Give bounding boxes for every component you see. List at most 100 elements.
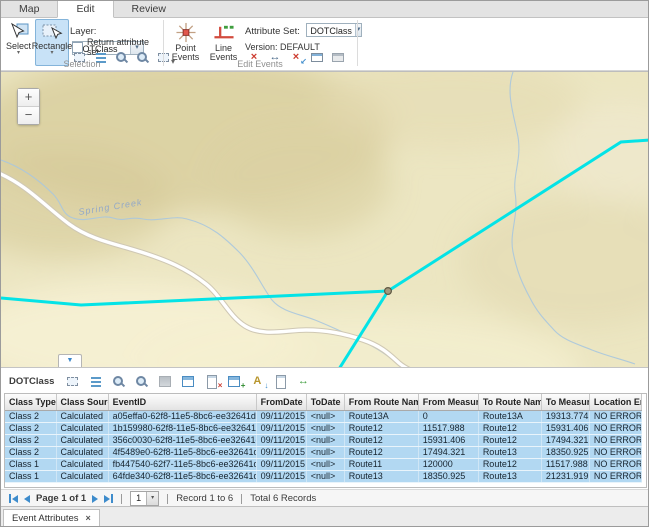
table-row[interactable]: Class 2Calculated4f5489e0-62f8-11e5-8bc6… [5,447,642,459]
page-number-select[interactable]: 1 ▾ [130,491,159,506]
table-cell: Route12 [478,423,541,435]
bottom-tab-bar: Event Attributes × [1,506,648,527]
column-header[interactable]: From Route Name [344,394,418,411]
ribbon-tab-strip: Map Edit Review [1,1,648,18]
zoom-in-button[interactable]: + [18,89,39,106]
chevron-down-icon[interactable]: ▾ [146,492,158,505]
form-view-icon[interactable] [273,375,287,388]
table-cell: Route12 [344,435,418,447]
edit-events-group-label: Edit Events [165,59,355,69]
chevron-down-icon[interactable]: ▾ [355,24,361,36]
column-header[interactable]: Location Error [589,394,641,411]
column-header[interactable]: Class Source [56,394,108,411]
select-records-icon[interactable] [66,375,80,388]
table-cell: NO ERROR [589,435,641,447]
next-page-button[interactable] [92,495,98,503]
table-cell: Class 2 [5,447,56,459]
table-cell: NO ERROR [589,447,641,459]
column-header[interactable]: To Measure [541,394,589,411]
sort-records-icon[interactable] [250,375,264,388]
add-record-icon[interactable] [227,375,241,388]
table-cell: 18350.925 [541,447,589,459]
event-attributes-panel: DOTClass Class TypeClass SourceEventIDFr… [1,367,649,507]
event-attributes-tab-label: Event Attributes [12,513,79,524]
table-cell: Calculated [56,411,108,423]
table-header-row: Class TypeClass SourceEventIDFromDateToD… [5,394,642,411]
separator [121,494,122,504]
edit-events-group: Point Events Line Events Attribute Set: … [165,18,355,70]
map-canvas[interactable]: Spring Creek + − ▼ [1,71,649,368]
ribbon: Select ▾ Rectangle ▾ Layer: DOTClass ▾ [1,18,648,71]
close-icon[interactable]: × [86,513,91,523]
table-cell: Calculated [56,459,108,471]
table-cell: Calculated [56,423,108,435]
column-header[interactable]: ToDate [306,394,344,411]
last-page-button[interactable] [104,494,113,503]
page-label: Page 1 of 1 [36,493,86,504]
table-row[interactable]: Class 2Calculated356c0030-62f8-11e5-8bc6… [5,435,642,447]
table-cell: Route12 [344,423,418,435]
pan-to-record-icon[interactable] [135,375,149,388]
table-row[interactable]: Class 1Calculatedfb447540-62f7-11e5-8bc6… [5,459,642,471]
table-row[interactable]: Class 2Calculated1b159980-62f8-11e5-8bc6… [5,423,642,435]
table-cell: Route13 [344,471,418,483]
table-cell: 09/11/2015 [256,447,306,459]
basemap: Spring Creek [1,72,649,368]
table-cell: Route12 [344,447,418,459]
table-cell: 09/11/2015 [256,411,306,423]
table-cell: <null> [306,459,344,471]
table-cell: Class 2 [5,435,56,447]
event-editor-window: Map Edit Review Select ▾ Rectangle ▾ [0,0,649,527]
panel-collapse-button[interactable]: ▼ [58,354,82,368]
fit-columns-icon[interactable] [296,375,310,388]
route-junction-marker [385,288,392,295]
column-header[interactable]: From Measure [418,394,478,411]
table-cell: 21231.919 [541,471,589,483]
panel-layer-title: DOTClass [9,376,54,387]
table-cell: Calculated [56,435,108,447]
separator [167,494,168,504]
panel-toolbar-icons [66,375,310,388]
tab-map[interactable]: Map [1,1,57,17]
table-cell: NO ERROR [589,423,641,435]
tab-event-attributes[interactable]: Event Attributes × [3,509,100,527]
table-row[interactable]: Class 2Calculateda05effa0-62f8-11e5-8bc6… [5,411,642,423]
table-cell: Class 2 [5,411,56,423]
attribute-set-dropdown-value: DOTClass [307,24,355,36]
table-cell: Route12 [478,459,541,471]
table-cell: 120000 [418,459,478,471]
layer-label: Layer: [70,26,96,37]
attribute-set-dropdown[interactable]: DOTClass ▾ [306,23,362,37]
column-header[interactable]: To Route Name [478,394,541,411]
zoom-to-record-icon[interactable] [112,375,126,388]
table-cell: Route13 [478,447,541,459]
table-cell: 17494.321 [541,435,589,447]
tab-edit[interactable]: Edit [57,0,113,18]
table-cell: 356c0030-62f8-11e5-8bc6-ee32641d5ec9 [108,435,256,447]
table-cell: Class 1 [5,459,56,471]
table-cell: Calculated [56,471,108,483]
chevron-down-icon: ▾ [17,51,20,56]
table-cell: <null> [306,411,344,423]
previous-page-button[interactable] [24,495,30,503]
table-cell: 09/11/2015 [256,459,306,471]
column-header[interactable]: EventID [108,394,256,411]
selection-group: Select ▾ Rectangle ▾ Layer: DOTClass ▾ [1,18,163,70]
attribute-table: Class TypeClass SourceEventIDFromDateToD… [5,394,642,483]
switch-table-icon[interactable] [181,375,195,388]
tab-review[interactable]: Review [114,1,184,17]
rectangle-tool-icon [41,22,63,41]
show-selected-records-icon[interactable] [89,375,103,388]
save-edits-icon[interactable] [158,375,172,388]
table-row[interactable]: Class 1Calculated64fde340-62f8-11e5-8bc6… [5,471,642,483]
page-number-value: 1 [131,492,146,505]
column-header[interactable]: Class Type [5,394,56,411]
column-header[interactable]: FromDate [256,394,306,411]
collapse-arrow-icon: ▼ [67,357,74,364]
map-zoom-control: + − [17,88,40,125]
delete-record-icon[interactable] [204,375,218,388]
zoom-out-button[interactable]: − [18,106,39,124]
first-page-button[interactable] [9,494,18,503]
select-tool-icon [8,22,30,41]
total-records-label: Total 6 Records [250,493,316,504]
